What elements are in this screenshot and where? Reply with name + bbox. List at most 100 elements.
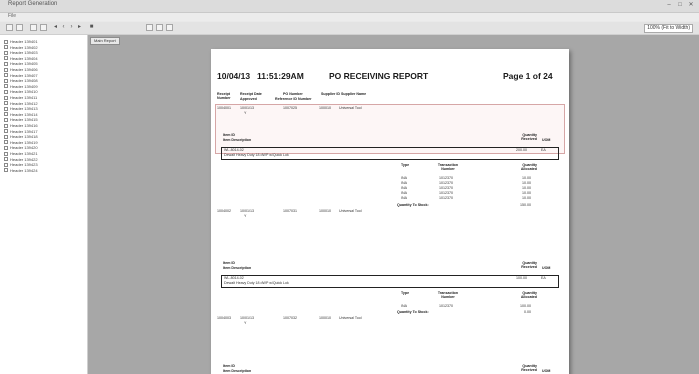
next-page-icon[interactable]: › xyxy=(68,24,75,31)
first-page-icon[interactable]: ◂ xyxy=(52,24,59,31)
sidebar-tree-item[interactable]: Header 139416 xyxy=(4,123,38,128)
qty-to-stock-value: 150.00 xyxy=(520,203,531,207)
refresh-icon[interactable] xyxy=(30,24,37,31)
tree-node-icon xyxy=(4,78,8,83)
minimize-icon[interactable]: – xyxy=(665,1,673,9)
tree-node-icon xyxy=(4,129,8,134)
tree-node-icon xyxy=(4,61,8,66)
sidebar-tree-item[interactable]: Header 139419 xyxy=(4,140,38,145)
sidebar-tree-item[interactable]: Header 139412 xyxy=(4,101,38,106)
tree-node-icon xyxy=(4,45,8,50)
options-icon[interactable] xyxy=(166,24,173,31)
sidebar-tree-item[interactable]: Header 139417 xyxy=(4,129,38,134)
toggle-tree-icon[interactable] xyxy=(40,24,47,31)
tree-node-icon xyxy=(4,112,8,117)
sidebar-tree-label: Header 139419 xyxy=(10,139,38,145)
sidebar-tree-item[interactable]: Header 139401 xyxy=(4,39,38,44)
tree-node-icon xyxy=(4,73,8,78)
sidebar-tree-item[interactable]: Header 139413 xyxy=(4,106,38,111)
tree-node-icon xyxy=(4,95,8,100)
sidebar-tree-item[interactable]: Header 139424 xyxy=(4,168,38,173)
zoom-select[interactable]: 100% (Fit to Width) xyxy=(644,24,693,33)
tree-node-icon xyxy=(4,117,8,122)
sidebar-tree-item[interactable]: Header 139403 xyxy=(4,50,38,55)
row1-receipt: 1004001 xyxy=(217,106,231,110)
sidebar-tree-label: Header 139409 xyxy=(10,83,38,89)
sidebar-tree-item[interactable]: Header 139414 xyxy=(4,112,38,117)
alloc-type: INA xyxy=(401,176,407,180)
alloc-qty: 10.00 xyxy=(522,186,531,190)
qty-received-label: Quantity Received xyxy=(521,364,537,373)
sidebar-tree-label: Header 139418 xyxy=(10,134,38,140)
sidebar-tree-label: Header 139410 xyxy=(10,89,38,95)
row2-receipt: 1004002 xyxy=(217,209,231,213)
row2-supplier-name: Universal Tool xyxy=(339,209,362,213)
last-page-icon[interactable]: ▸ xyxy=(76,24,83,31)
sidebar-tree-label: Header 139412 xyxy=(10,100,38,106)
sidebar-tree-item[interactable]: Header 139415 xyxy=(4,117,38,122)
report-title: PO RECEIVING REPORT xyxy=(329,71,429,81)
export-icon[interactable] xyxy=(6,24,13,31)
item1-desc: Dewalt Heavy Duty 18 dWP w/Quick Lok xyxy=(224,153,289,157)
trans-label: Transaction Number xyxy=(437,163,459,172)
sidebar-tree-item[interactable]: Header 139420 xyxy=(4,145,38,150)
row3-supplier-id: 100010 xyxy=(319,316,331,320)
qty-received-label: Quantity Received xyxy=(521,261,537,270)
row1-po: 1007025 xyxy=(283,106,297,110)
row2-date: 10/01/13 xyxy=(240,209,254,213)
qty-to-stock-label: Quantity To Stock: xyxy=(397,310,429,314)
sidebar-tree-label: Header 139424 xyxy=(10,167,38,173)
sidebar-tree-item[interactable]: Header 139404 xyxy=(4,56,38,61)
sidebar-tree-item[interactable]: Header 139421 xyxy=(4,151,38,156)
sidebar-tree-item[interactable]: Header 139423 xyxy=(4,162,38,167)
alloc-trans: 1012370 xyxy=(439,176,453,180)
prev-page-icon[interactable]: ‹ xyxy=(60,24,67,31)
row2-flag: Y xyxy=(244,214,247,218)
tree-node-icon xyxy=(4,39,8,44)
sidebar-tree-item[interactable]: Header 139411 xyxy=(4,95,37,100)
qty-to-stock-value: 0.00 xyxy=(524,310,531,314)
tree-node-icon xyxy=(4,67,8,72)
menu-file[interactable]: File xyxy=(8,13,16,19)
sidebar-tree-label: Header 139406 xyxy=(10,67,38,72)
sidebar-tree-item[interactable]: Header 139406 xyxy=(4,67,38,72)
sidebar-tree-label: Header 139414 xyxy=(10,111,38,117)
tab-main-report[interactable]: Main Report xyxy=(90,37,120,45)
sidebar-tree-item[interactable]: Header 139405 xyxy=(4,61,38,66)
col-receipt-number: Receipt Number xyxy=(217,92,231,101)
uom-label: UOM xyxy=(542,369,551,373)
stop-icon[interactable]: ■ xyxy=(88,24,95,31)
alloc2-type: INA xyxy=(401,304,407,308)
sidebar-tree-item[interactable]: Header 139407 xyxy=(4,73,38,78)
row3-supplier-name: Universal Tool xyxy=(339,316,362,320)
alloc-type: INA xyxy=(401,196,407,200)
print-icon[interactable] xyxy=(16,24,23,31)
item1-qty: 200.00 xyxy=(516,148,527,152)
item-desc-label: Item Description xyxy=(223,138,252,142)
trans-label: Transaction Number xyxy=(437,291,459,300)
sidebar-tree-label: Header 139404 xyxy=(10,55,38,61)
sidebar-tree-item[interactable]: Header 139402 xyxy=(4,45,38,50)
close-icon[interactable]: ✕ xyxy=(687,1,695,9)
col-supplier-name: Supplier Name xyxy=(341,92,367,96)
zoom-icon[interactable] xyxy=(156,24,163,31)
sidebar-tree-label: Header 139415 xyxy=(10,117,38,123)
sidebar-tree-label: Header 139423 xyxy=(10,162,38,168)
sidebar-tree-item[interactable]: Header 139422 xyxy=(4,157,38,162)
report-date: 10/04/13 xyxy=(217,71,251,81)
maximize-icon[interactable]: □ xyxy=(676,1,684,9)
row2-po: 1007031 xyxy=(283,209,297,213)
tree-node-icon xyxy=(4,89,8,94)
tree-node-icon xyxy=(4,140,8,145)
sidebar-tree-item[interactable]: Header 139418 xyxy=(4,134,38,139)
row2-supplier-id: 100010 xyxy=(319,209,331,213)
col-supplier-id: Supplier ID xyxy=(321,92,340,96)
tree-node-icon xyxy=(4,106,8,111)
item2-uom: EA xyxy=(541,276,546,280)
sidebar-tree-item[interactable]: Header 139408 xyxy=(4,78,38,83)
sidebar-tree-item[interactable]: Header 139409 xyxy=(4,84,38,89)
report-viewer[interactable]: Main Report 10/04/13 11:51:29AM PO RECEI… xyxy=(88,35,699,374)
search-icon[interactable] xyxy=(146,24,153,31)
row1-supplier-name: Universal Tool xyxy=(339,106,362,110)
sidebar-tree-item[interactable]: Header 139410 xyxy=(4,89,38,94)
